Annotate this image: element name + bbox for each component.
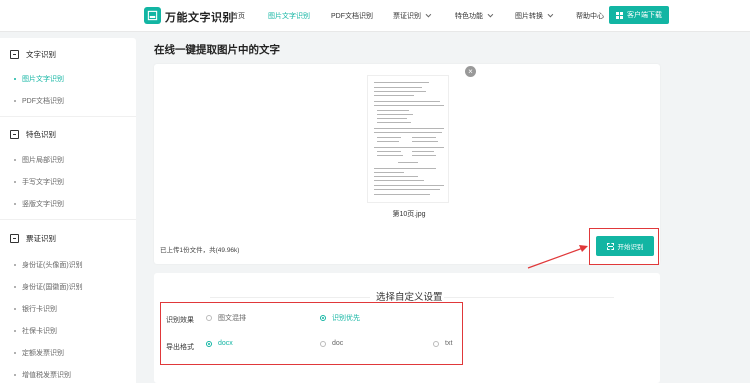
radio-format-txt[interactable]: txt	[433, 340, 452, 347]
sidebar-item-vat-invoice[interactable]: 增值税发票识别	[14, 370, 71, 380]
page-title: 在线一键提取图片中的文字	[154, 44, 280, 56]
nav-image-convert[interactable]: 图片转换	[515, 11, 554, 21]
text-scan-icon	[10, 50, 19, 59]
nav-home[interactable]: 首页	[231, 11, 245, 21]
divider	[0, 116, 136, 117]
sidebar-item-social-card[interactable]: 社保卡识别	[14, 326, 57, 336]
radio-format-docx[interactable]: docx	[206, 340, 233, 347]
uploaded-image-thumbnail[interactable]	[367, 75, 449, 203]
nav-features[interactable]: 特色功能	[455, 11, 494, 21]
highlight-box	[160, 302, 463, 365]
sidebar-item-image-ocr[interactable]: 图片文字识别	[14, 74, 64, 84]
nav-image-ocr[interactable]: 图片文字识别	[268, 11, 310, 21]
feature-scan-icon	[10, 130, 19, 139]
ticket-scan-icon	[10, 234, 19, 243]
sidebar-item-pdf-ocr[interactable]: PDF文档识别	[14, 96, 64, 106]
nav-help[interactable]: 帮助中心	[576, 11, 604, 21]
sidebar-item-id-back[interactable]: 身份证(国徽面)识别	[14, 282, 83, 292]
radio-format-doc[interactable]: doc	[320, 340, 343, 347]
app-logo-icon[interactable]	[144, 7, 161, 24]
chevron-down-icon	[487, 11, 494, 18]
sidebar-section-text-ocr: 文字识别	[10, 49, 56, 60]
start-recognition-button[interactable]: 开始识别	[596, 236, 654, 256]
sidebar-item-quota-invoice[interactable]: 定额发票识别	[14, 348, 64, 358]
brand-name[interactable]: 万能文字识别	[165, 9, 234, 25]
settings-title: 选择自定义设置	[376, 292, 443, 303]
divider	[210, 297, 370, 298]
sidebar-section-feature-ocr: 特色识别	[10, 129, 56, 140]
upload-info: 已上传1份文件，共(49.96k)	[160, 247, 240, 254]
top-navbar: 万能文字识别 首页 图片文字识别 PDF文档识别 票证识别 特色功能 图片转换 …	[0, 0, 750, 32]
sidebar-item-bank-card[interactable]: 银行卡识别	[14, 304, 57, 314]
download-client-button[interactable]: 客户端下载	[609, 6, 669, 24]
divider	[0, 219, 136, 220]
file-name: 第10页.jpg	[392, 211, 426, 218]
remove-file-icon[interactable]: ×	[465, 66, 476, 77]
sidebar-item-handwriting-ocr[interactable]: 手写文字识别	[14, 177, 64, 187]
sidebar: 文字识别 图片文字识别 PDF文档识别 特色识别 图片局部识别 手写文字识别 竖…	[0, 38, 136, 383]
chevron-down-icon	[547, 11, 554, 18]
radio-layout-mixed[interactable]: 图文混排	[206, 313, 246, 323]
format-label: 导出格式	[166, 344, 194, 351]
divider	[444, 297, 614, 298]
radio-recognition-first[interactable]: 识别优先	[320, 313, 360, 323]
sidebar-section-ticket-ocr: 票证识别	[10, 233, 56, 244]
sidebar-item-partial-ocr[interactable]: 图片局部识别	[14, 155, 64, 165]
windows-icon	[616, 11, 623, 19]
nav-ticket-ocr[interactable]: 票证识别	[393, 11, 432, 21]
effect-label: 识别效果	[166, 317, 194, 324]
scan-icon	[606, 242, 614, 250]
nav-pdf-ocr[interactable]: PDF文档识别	[331, 11, 373, 21]
sidebar-item-vertical-ocr[interactable]: 竖版文字识别	[14, 199, 64, 209]
sidebar-item-id-front[interactable]: 身份证(头像面)识别	[14, 260, 83, 270]
chevron-down-icon	[425, 11, 432, 18]
